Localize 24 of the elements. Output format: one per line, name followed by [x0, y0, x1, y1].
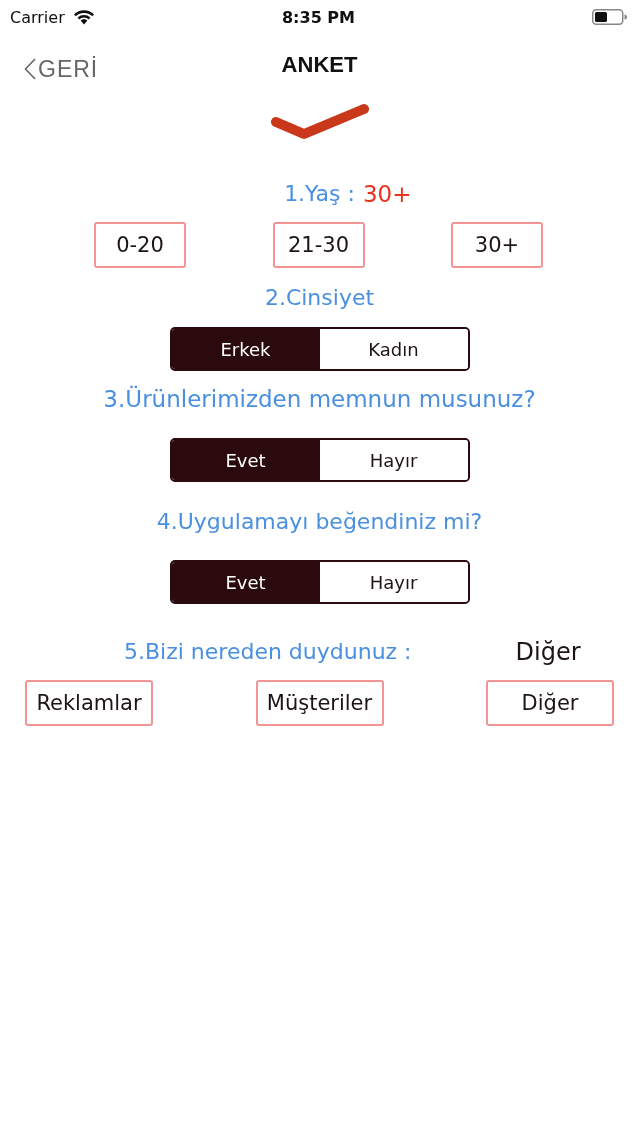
chevron-left-icon — [24, 58, 36, 80]
back-button[interactable]: GERİ — [24, 55, 99, 83]
segment-button[interactable]: Evet — [171, 562, 320, 602]
segment-button[interactable]: Evet — [171, 440, 320, 480]
question-label: 3.Ürünlerimizden memnun musunuz? — [103, 385, 536, 413]
option-button[interactable]: 21-30 — [272, 222, 365, 268]
question-label: 1.Yaş : — [284, 180, 355, 208]
question-label: 2.Cinsiyet — [264, 284, 375, 312]
segment-button[interactable]: Erkek — [171, 329, 320, 369]
carrier-name: Carrier — [10, 7, 65, 27]
status-time: 8:35 PM — [282, 7, 355, 27]
option-button[interactable]: Reklamlar — [25, 680, 153, 726]
page-title: ANKET — [281, 52, 358, 78]
question-label: 5.Bizi nereden duydunuz : — [124, 638, 412, 666]
option-button[interactable]: 30+ — [451, 222, 543, 268]
option-button[interactable]: Diğer — [486, 680, 614, 726]
checkmark-icon — [270, 104, 369, 140]
battery-icon — [592, 9, 627, 25]
option-button[interactable]: Müşteriler — [255, 680, 384, 726]
selected-answer: Diğer — [515, 638, 581, 666]
wifi-icon — [72, 9, 95, 25]
question-label: 4.Uygulamayı beğendiniz mi? — [156, 508, 483, 536]
option-button[interactable]: 0-20 — [94, 222, 186, 268]
selected-answer: 30+ — [362, 180, 412, 208]
